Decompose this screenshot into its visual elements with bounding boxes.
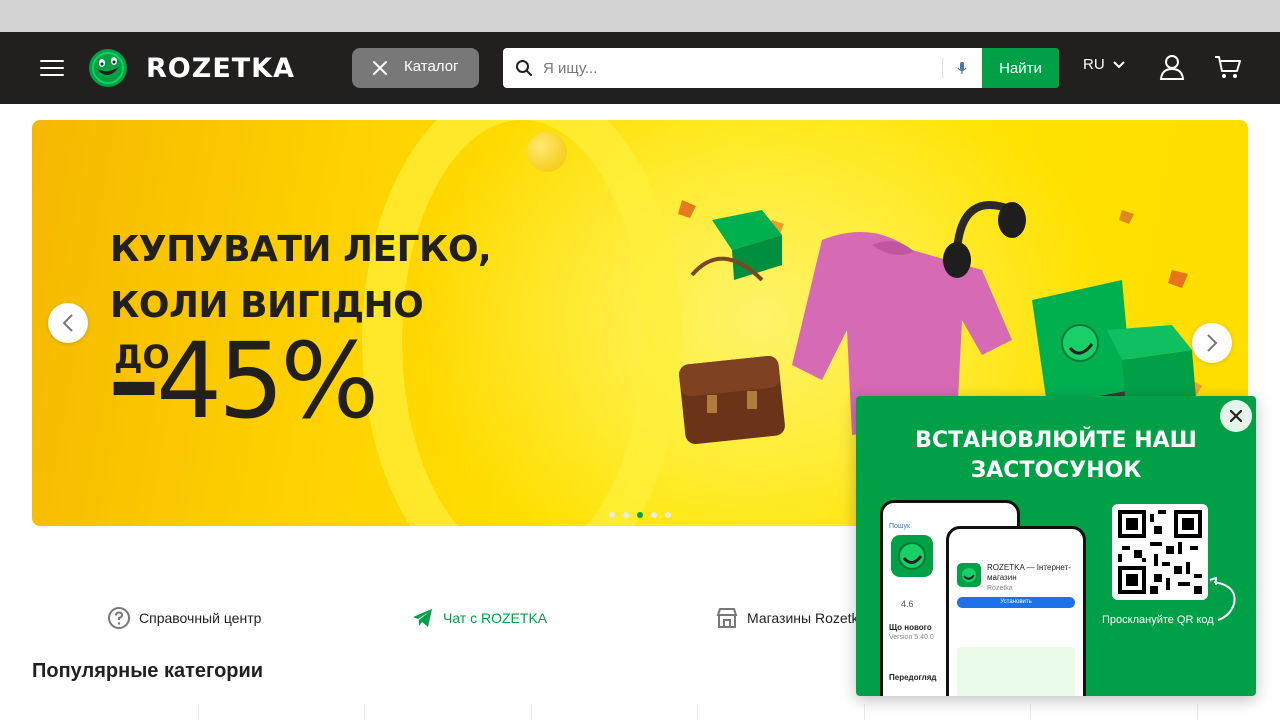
carousel-next-button[interactable] (1192, 323, 1232, 363)
carousel-dot-active[interactable] (637, 512, 643, 518)
carousel-dot[interactable] (609, 512, 615, 518)
popular-categories-row (32, 704, 1248, 720)
chat-label: Чат с ROZETKA (443, 610, 548, 626)
banner-headline-line1: КУПУВАТИ ЛЕГКО, (110, 229, 492, 270)
catalog-label: Каталог (404, 58, 459, 75)
rozetka-smile-icon (89, 49, 127, 87)
popup-title: ВСТАНОВЛЮЙТЕ НАШ ЗАСТОСУНОК (856, 426, 1256, 486)
banner-minus: – (108, 320, 160, 442)
app-name: ROZETKA — Інтернет-магазин (987, 563, 1071, 582)
category-separator (697, 704, 698, 720)
chat-link[interactable]: Чат с ROZETKA (411, 606, 547, 630)
banner-discount-value: 45% (156, 320, 379, 442)
user-icon[interactable] (1159, 54, 1185, 80)
carousel-dots (609, 512, 679, 518)
install-button[interactable]: Установить (957, 597, 1075, 608)
category-separator (1030, 704, 1031, 720)
logo[interactable]: ROZETKA (88, 48, 295, 88)
popup-title-line2: ЗАСТОСУНОК (970, 458, 1142, 483)
close-icon (1229, 409, 1243, 423)
search-submit-button[interactable]: Найти (982, 48, 1059, 88)
category-separator (198, 704, 199, 720)
app-publisher: Rozetka (987, 585, 1013, 592)
whats-new-label: Що нового (889, 623, 932, 632)
category-separator (364, 704, 365, 720)
banner-ball (527, 132, 567, 172)
app-icon (891, 535, 933, 577)
chevron-down-icon (1112, 60, 1125, 68)
store-icon (716, 608, 738, 628)
site-header: ROZETKA Каталог Найти RU (0, 32, 1280, 104)
qr-caption: Просклануйте QR код (1102, 614, 1214, 626)
qr-code (1112, 504, 1208, 600)
carousel-dot[interactable] (623, 512, 629, 518)
category-separator (531, 704, 532, 720)
search-icon (516, 60, 532, 76)
menu-burger-icon[interactable] (40, 56, 64, 80)
chevron-left-icon (62, 314, 73, 332)
close-icon (373, 61, 387, 75)
telegram-icon (413, 609, 432, 627)
search-divider (942, 58, 943, 78)
app-icon (957, 563, 981, 587)
search-bar: Найти (503, 48, 1059, 88)
popup-title-line1: ВСТАНОВЛЮЙТЕ НАШ (915, 428, 1197, 453)
phone-mockup-front: ROZETKA — Інтернет-магазин Rozetka Устан… (946, 526, 1086, 696)
popular-categories-title: Популярные категории (32, 660, 264, 682)
preview-label: Передогляд (889, 673, 937, 682)
chevron-right-icon (1207, 334, 1218, 352)
top-strip (0, 0, 1280, 32)
banner-headline: КУПУВАТИ ЛЕГКО, КОЛИ ВИГІДНО (110, 222, 492, 334)
category-separator (1197, 704, 1198, 720)
help-center-link[interactable]: Справочный центр (107, 606, 261, 630)
question-circle-icon (108, 607, 130, 629)
carousel-dot[interactable] (665, 512, 671, 518)
carousel-dot[interactable] (651, 512, 657, 518)
logo-text: ROZETKA (146, 52, 296, 84)
banner-discount: –45% (108, 320, 379, 442)
cart-icon[interactable] (1214, 54, 1242, 80)
language-selector[interactable]: RU (1083, 56, 1125, 73)
category-separator (864, 704, 865, 720)
app-screenshots (957, 647, 1075, 696)
app-rating: 4.6 (901, 599, 914, 609)
qr-code-icon (1118, 510, 1202, 594)
app-install-popup: ВСТАНОВЛЮЙТЕ НАШ ЗАСТОСУНОК Пошук 4.6 Що… (856, 396, 1256, 696)
microphone-icon[interactable] (955, 60, 969, 76)
phone-back-label: Пошук (889, 523, 911, 530)
stores-link[interactable]: Магазины Rozetka (715, 606, 866, 630)
language-label: RU (1083, 56, 1105, 73)
stores-label: Магазины Rozetka (747, 610, 867, 626)
app-version: Version 5.40.0 (889, 634, 934, 641)
carousel-prev-button[interactable] (48, 303, 88, 343)
search-input[interactable] (543, 48, 933, 88)
catalog-button[interactable]: Каталог (352, 48, 479, 88)
help-center-label: Справочный центр (139, 610, 262, 626)
